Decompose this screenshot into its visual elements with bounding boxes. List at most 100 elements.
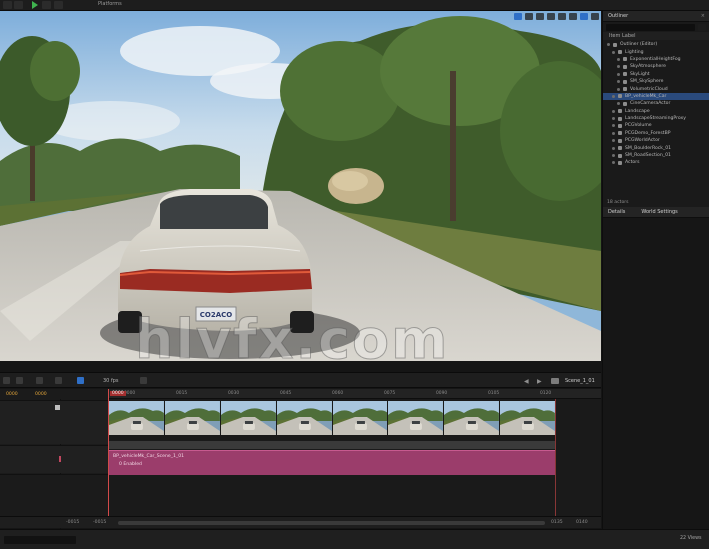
details-tab[interactable]: Details World Settings <box>603 207 709 218</box>
camera-cuts-track[interactable] <box>0 400 108 444</box>
visibility-eye-icon[interactable] <box>612 139 615 143</box>
outliner-item[interactable]: SM_RoadSection_01 <box>603 152 709 159</box>
outliner-item[interactable]: SkyAtmosphere <box>603 63 709 70</box>
outliner-item[interactable]: PCGVolume <box>603 122 709 129</box>
console-input[interactable] <box>4 536 76 544</box>
playhead[interactable] <box>108 389 109 527</box>
maximize-icon[interactable] <box>591 13 599 20</box>
outliner-item-label: CineCameraActor <box>630 101 671 107</box>
outliner-tab[interactable]: Outliner × <box>603 11 709 22</box>
actor-track[interactable] <box>0 445 108 473</box>
actor-icon <box>618 94 622 99</box>
world-icon[interactable] <box>525 13 533 20</box>
filter-icon[interactable] <box>698 23 706 31</box>
rotate-snap-icon[interactable] <box>558 13 566 20</box>
back-arrow-icon[interactable]: ◀ <box>524 378 529 385</box>
folder-icon[interactable] <box>551 378 559 384</box>
actor-section[interactable]: BP_vehicleMk_Car_Scene_1_01 0 Enabled <box>109 450 555 475</box>
visibility-eye-icon[interactable] <box>612 109 615 113</box>
main-toolbar: Platforms <box>0 0 709 11</box>
visibility-eye-icon[interactable] <box>617 57 620 61</box>
visibility-eye-icon[interactable] <box>612 154 615 158</box>
outliner-item[interactable]: Outliner (Editor) <box>603 41 709 48</box>
save-icon[interactable] <box>3 1 12 9</box>
level-viewport[interactable]: CO2ACO hlvfx.com <box>0 11 601 361</box>
outliner-item[interactable]: LandscapeStreamingProxy <box>603 115 709 122</box>
visibility-eye-icon[interactable] <box>617 102 620 106</box>
outliner-column-header[interactable]: Item Label <box>603 32 709 40</box>
shot-track-bar[interactable] <box>109 441 555 449</box>
visibility-eye-icon[interactable] <box>612 124 615 128</box>
outliner-item[interactable]: Actors <box>603 159 709 166</box>
visibility-eye-icon[interactable] <box>612 161 615 165</box>
outliner-item-label: SkyLight <box>630 71 650 77</box>
play-icon[interactable] <box>32 1 38 9</box>
visibility-eye-icon[interactable] <box>617 87 620 91</box>
outliner-item[interactable]: PCGWorldActor <box>603 137 709 144</box>
visibility-eye-icon[interactable] <box>612 131 615 135</box>
outliner-item[interactable]: PCGDemo_ForestBP <box>603 130 709 137</box>
end-marker[interactable] <box>555 399 556 527</box>
pen-icon[interactable] <box>55 377 62 384</box>
working-range-start[interactable]: -0015 <box>93 520 106 525</box>
timeline-ruler[interactable]: 0000 0015 0030 0045 0060 0075 0090 0105 0120 <box>108 389 601 399</box>
visibility-eye-icon[interactable] <box>607 43 610 47</box>
platforms-menu[interactable]: Platforms <box>98 1 122 7</box>
view-range-start[interactable]: -0015 <box>66 520 79 525</box>
outliner-item[interactable]: ExponentialHeightFog <box>603 56 709 63</box>
sequence-name[interactable]: Scene_1_01 <box>565 378 595 384</box>
frame-start[interactable]: 0000 <box>6 392 18 397</box>
outliner-item[interactable]: SM_BoulderRock_01 <box>603 144 709 151</box>
timeline-scrollbar[interactable] <box>118 521 545 525</box>
outliner-item[interactable]: SkyLight <box>603 71 709 78</box>
visibility-icon[interactable] <box>55 405 60 410</box>
world-settings-tab-label[interactable]: World Settings <box>641 209 677 215</box>
snap-icon[interactable] <box>536 13 544 20</box>
keyframe-icon[interactable] <box>16 377 23 384</box>
track-key-marker <box>59 456 61 462</box>
visibility-eye-icon[interactable] <box>612 94 615 98</box>
skip-icon[interactable] <box>42 1 51 9</box>
scale-snap-icon[interactable] <box>569 13 577 20</box>
loop-icon[interactable] <box>140 377 147 384</box>
camera-thumbnail-strip[interactable] <box>109 401 555 435</box>
visibility-eye-icon[interactable] <box>617 80 620 84</box>
outliner-item[interactable]: CineCameraActor <box>603 100 709 107</box>
camera-thumbnail <box>388 401 444 435</box>
snap-toggle-icon[interactable] <box>77 377 84 384</box>
visibility-eye-icon[interactable] <box>612 50 615 54</box>
visibility-eye-icon[interactable] <box>612 117 615 121</box>
outliner-item[interactable]: Lighting <box>603 48 709 55</box>
visibility-eye-icon[interactable] <box>617 65 620 69</box>
actor-icon <box>613 42 617 47</box>
sequencer-range-bar: -0015 -0015 0135 0140 <box>0 516 601 528</box>
visibility-eye-icon[interactable] <box>617 72 620 76</box>
transform-tool-icon[interactable] <box>36 377 43 384</box>
ruler-tick-label: 0060 <box>332 391 344 396</box>
outliner-search-input[interactable] <box>606 23 695 31</box>
outliner-item[interactable]: VolumetricCloud <box>603 85 709 92</box>
forward-arrow-icon[interactable]: ▶ <box>537 378 542 385</box>
sequencer-timeline[interactable]: 0000 0015 0030 0045 0060 0075 0090 0105 0120 BP_… <box>108 389 601 527</box>
column-item-label: Item Label <box>609 33 636 39</box>
outliner-item[interactable]: BP_vehicleMk_Car <box>603 92 709 101</box>
more-options-icon[interactable] <box>54 1 63 9</box>
working-range-end[interactable]: 0135 <box>551 520 563 525</box>
grid-icon[interactable] <box>547 13 555 20</box>
outliner-item[interactable]: SM_SkySphere <box>603 78 709 85</box>
close-icon[interactable]: × <box>701 13 705 19</box>
fps-dropdown[interactable]: 30 fps <box>103 378 119 384</box>
frame-current[interactable]: 0000 <box>35 392 47 397</box>
ruler-tick-label: 0030 <box>228 391 240 396</box>
playhead-frame-label: 0000 <box>110 391 126 396</box>
view-range-end[interactable]: 0140 <box>576 520 588 525</box>
add-track-icon[interactable] <box>3 377 10 384</box>
ruler-tick-label: 0090 <box>436 391 448 396</box>
mode-icon[interactable] <box>14 1 23 9</box>
camera-speed-icon[interactable] <box>580 13 588 20</box>
transform-icon[interactable] <box>514 13 522 20</box>
visibility-eye-icon[interactable] <box>612 146 615 150</box>
camera-thumbnail <box>500 401 555 435</box>
outliner-item-label: BP_vehicleMk_Car <box>625 93 667 99</box>
outliner-item[interactable]: Landscape <box>603 108 709 115</box>
